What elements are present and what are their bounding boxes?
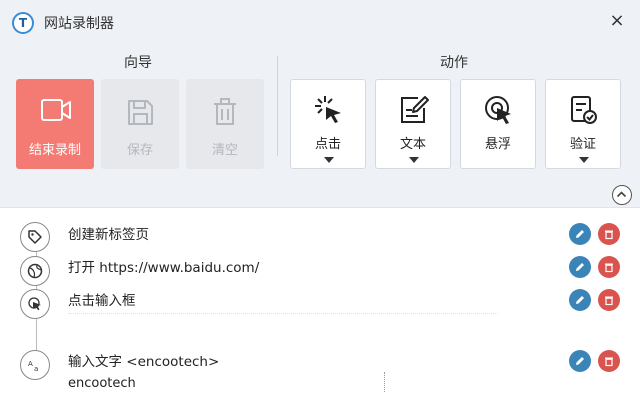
click-action-button[interactable]: 点击 bbox=[290, 79, 366, 169]
trash-icon bbox=[605, 357, 613, 367]
step-detail-value: encootech bbox=[68, 376, 136, 391]
pencil-icon bbox=[576, 296, 584, 304]
pencil-icon bbox=[576, 230, 584, 238]
svg-text:A: A bbox=[28, 360, 33, 368]
text-action-button[interactable]: 文本 bbox=[375, 79, 451, 169]
cursor-click-icon bbox=[20, 289, 50, 319]
save-label: 保存 bbox=[126, 143, 153, 158]
save-button[interactable]: 保存 bbox=[101, 79, 179, 169]
trash-icon bbox=[605, 296, 613, 306]
hover-action-label: 悬浮 bbox=[484, 137, 511, 152]
step-separator bbox=[68, 313, 498, 314]
globe-icon bbox=[20, 256, 50, 286]
trash-icon bbox=[605, 263, 613, 273]
hover-cursor-icon bbox=[485, 96, 511, 124]
verify-action-button[interactable]: 验证 bbox=[545, 79, 621, 169]
toolbar: 向导 动作 结束录制 保存 清空 点击 文本 悬浮 验证 bbox=[0, 44, 640, 208]
clear-label: 清空 bbox=[211, 143, 238, 158]
save-icon bbox=[128, 100, 153, 125]
delete-step-button[interactable] bbox=[598, 256, 620, 278]
pencil-icon bbox=[576, 263, 584, 271]
edit-step-button[interactable] bbox=[569, 350, 591, 372]
step-label: 输入文字 <encootech> bbox=[68, 354, 220, 370]
timeline-connector bbox=[36, 319, 37, 353]
stop-recording-label: 结束录制 bbox=[28, 143, 81, 158]
tag-icon bbox=[20, 222, 50, 252]
edit-step-button[interactable] bbox=[569, 256, 591, 278]
title-bar: T 网站录制器 × bbox=[0, 0, 640, 44]
chevron-up-icon bbox=[616, 191, 627, 198]
actions-section-title: 动作 bbox=[440, 55, 468, 71]
text-action-label: 文本 bbox=[399, 137, 426, 152]
edit-text-icon bbox=[401, 96, 429, 123]
svg-text:a: a bbox=[34, 365, 38, 373]
clear-button[interactable]: 清空 bbox=[186, 79, 264, 169]
toolbar-divider bbox=[277, 56, 278, 156]
collapse-toolbar-button[interactable] bbox=[612, 185, 632, 205]
trash-icon bbox=[605, 230, 613, 240]
app-logo-icon: T bbox=[12, 12, 34, 34]
verify-action-label: 验证 bbox=[569, 137, 596, 152]
stop-recording-button[interactable]: 结束录制 bbox=[16, 79, 94, 169]
video-camera-icon bbox=[41, 99, 71, 121]
verify-action-dropdown-icon[interactable] bbox=[579, 157, 589, 163]
edit-step-button[interactable] bbox=[569, 223, 591, 245]
delete-step-button[interactable] bbox=[598, 223, 620, 245]
step-label: 点击输入框 bbox=[68, 293, 136, 309]
step-label: 创建新标签页 bbox=[68, 227, 149, 243]
verify-document-icon bbox=[571, 96, 597, 124]
delete-step-button[interactable] bbox=[598, 289, 620, 311]
text-input-icon: Aa bbox=[20, 350, 50, 380]
wizard-section-title: 向导 bbox=[124, 55, 152, 71]
cursor-click-icon bbox=[315, 96, 341, 123]
click-action-dropdown-icon[interactable] bbox=[324, 157, 334, 163]
text-action-dropdown-icon[interactable] bbox=[409, 157, 419, 163]
click-action-label: 点击 bbox=[314, 137, 341, 152]
edit-step-button[interactable] bbox=[569, 289, 591, 311]
pencil-icon bbox=[576, 357, 584, 365]
step-label: 打开 https://www.baidu.com/ bbox=[68, 260, 260, 276]
close-button[interactable]: × bbox=[606, 10, 628, 32]
delete-step-button[interactable] bbox=[598, 350, 620, 372]
hover-action-button[interactable]: 悬浮 bbox=[460, 79, 536, 169]
trash-icon bbox=[214, 98, 236, 125]
window-title: 网站录制器 bbox=[44, 16, 114, 32]
step-separator bbox=[384, 372, 385, 392]
